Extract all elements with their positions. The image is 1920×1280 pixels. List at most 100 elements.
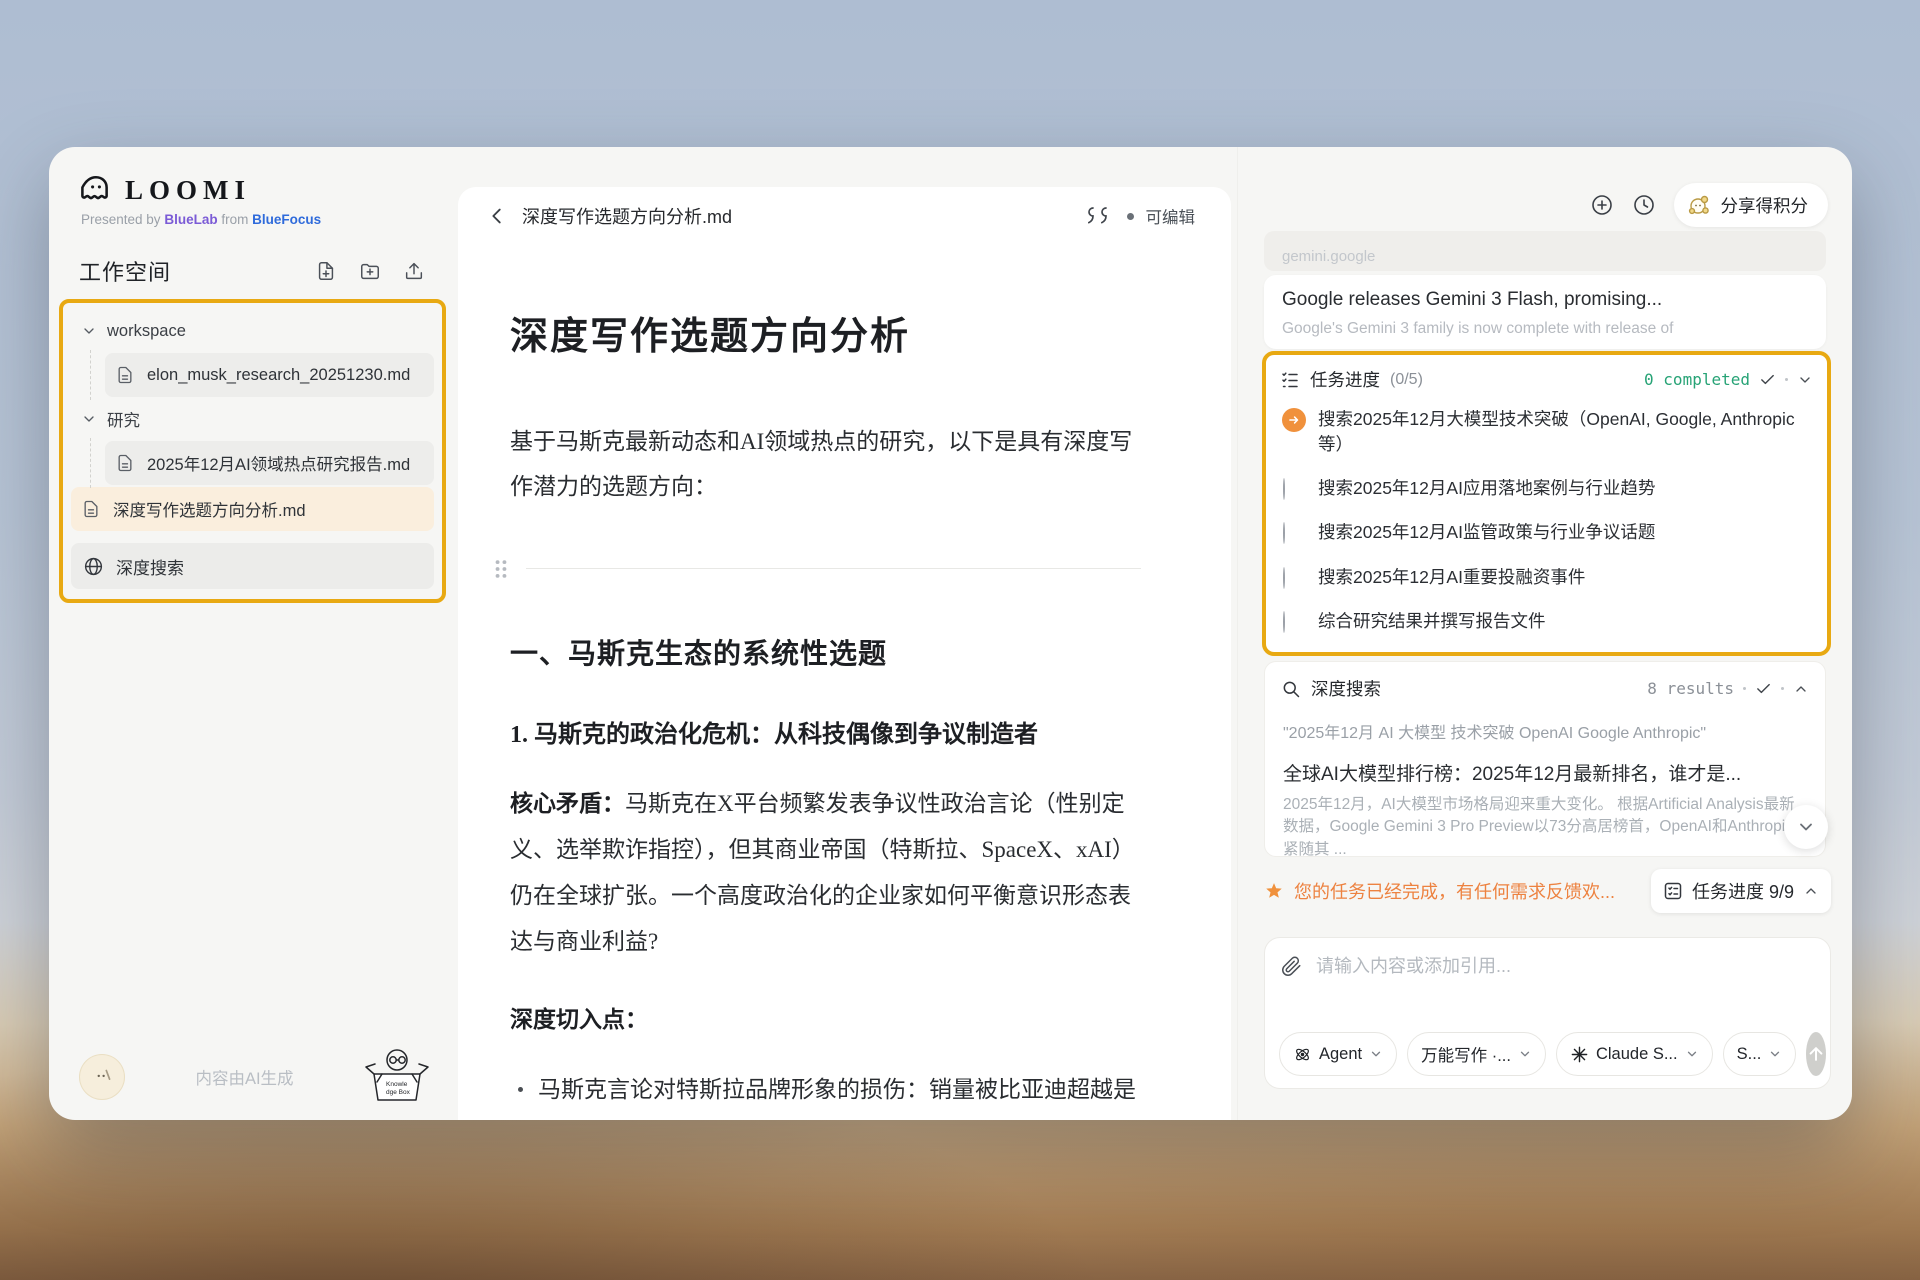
writing-mode-label: 万能写作 ·... (1421, 1042, 1511, 1066)
task-pending-circle-icon (1283, 522, 1285, 544)
new-file-button[interactable] (314, 259, 338, 283)
editor-header: 深度写作选题方向分析.md 可编辑 (458, 187, 1231, 245)
separator-dot (1781, 687, 1784, 690)
task-active-arrow-icon (1282, 408, 1306, 432)
task-label: 搜索2025年12月大模型技术突破（OpenAI, Google, Anthro… (1318, 407, 1811, 458)
task-label: 搜索2025年12月AI应用落地案例与行业趋势 (1318, 476, 1655, 501)
task-progress-count: (0/5) (1390, 371, 1423, 389)
search-result-snippet: 2025年12月，AI大模型市场格局迎来重大变化。 根据Artificial A… (1283, 794, 1807, 857)
divider-line (526, 568, 1141, 569)
task-complete-message: 您的任务已经完成，有任何需求反馈欢... (1294, 878, 1641, 904)
editable-badge: 可编辑 (1146, 204, 1196, 228)
doc-bullet-list: 马斯克言论对特斯拉品牌形象的损伤：销量被比亚迪超越是否与其政治立场相关? xAI… (510, 1067, 1141, 1120)
tree-folder-workspace[interactable]: workspace (71, 311, 434, 351)
avatar-ghost-icon (89, 1064, 115, 1090)
file-plus-icon (315, 260, 337, 282)
claude-spark-icon (1570, 1045, 1589, 1064)
chevron-up-icon (1803, 883, 1819, 899)
deep-search-header[interactable]: 深度搜索 8 results (1267, 664, 1823, 707)
check-icon[interactable] (1759, 371, 1776, 388)
completed-count-label: 0 completed (1644, 370, 1750, 389)
task-item-5[interactable]: 综合研究结果并撰写报告文件 (1266, 600, 1827, 644)
sidebar: LOOMI Presented by BlueLab from BlueFocu… (49, 147, 456, 1120)
separator-dot (1785, 378, 1788, 381)
deep-search-card: 深度搜索 8 results "2025年12月 AI 大模型 技术突破 Ope… (1264, 661, 1826, 857)
share-points-button[interactable]: 分享得积分 (1674, 183, 1829, 227)
search-icon (1281, 679, 1301, 699)
task-item-4[interactable]: 搜索2025年12月AI重要投融资事件 (1266, 556, 1827, 600)
document-content[interactable]: 深度写作选题方向分析 基于马斯克最新动态和AI领域热点的研究，以下是具有深度写作… (458, 245, 1231, 1120)
doc-section-heading: 一、马斯克生态的系统性选题 (510, 632, 1141, 672)
style-dropdown[interactable]: S... (1723, 1032, 1797, 1076)
attachment-paperclip-icon[interactable] (1281, 956, 1302, 977)
chevron-down-icon (1685, 1047, 1699, 1061)
app-logo: LOOMI (49, 173, 456, 207)
tree-file-ai-report[interactable]: 2025年12月AI领域热点研究报告.md (105, 441, 434, 485)
model-label: Claude S... (1596, 1045, 1678, 1064)
model-dropdown[interactable]: Claude S... (1556, 1032, 1713, 1076)
new-folder-button[interactable] (358, 259, 382, 283)
drag-handle-icon[interactable] (492, 558, 510, 580)
feed-source: gemini.google (1282, 248, 1375, 265)
coin-mascot-icon (1686, 192, 1712, 218)
avatar[interactable] (79, 1054, 125, 1100)
tree-file-analysis-active[interactable]: 深度写作选题方向分析.md (71, 487, 434, 531)
bluefocus-link[interactable]: BlueFocus (252, 212, 321, 227)
tagline-from: from (221, 212, 248, 227)
workspace-header: 工作空间 (49, 255, 456, 287)
chevron-down-icon (81, 411, 97, 427)
folder-label: workspace (107, 322, 186, 341)
agent-mode-dropdown[interactable]: Agent (1279, 1032, 1397, 1076)
task-progress-header[interactable]: 任务进度 (0/5) 0 completed (1266, 355, 1827, 398)
search-query-text: "2025年12月 AI 大模型 技术突破 OpenAI Google Anth… (1283, 719, 1807, 743)
doc-bullet: 马斯克言论对特斯拉品牌形象的损伤：销量被比亚迪超越是否与其政治立场相关? (510, 1067, 1141, 1120)
assistant-panel: 分享得积分 gemini.google Google releases Gemi… (1237, 147, 1852, 1120)
file-label: elon_musk_research_20251230.md (147, 366, 410, 385)
history-clock-icon (1632, 192, 1656, 218)
task-progress-card: 任务进度 (0/5) 0 completed 搜索2025年12月大模型技术突破… (1262, 351, 1831, 656)
doc-sub-heading: 1. 马斯克的政治化危机：从科技偶像到争议制造者 (510, 714, 1141, 749)
task-label: 搜索2025年12月AI重要投融资事件 (1318, 565, 1585, 590)
task-item-2[interactable]: 搜索2025年12月AI应用落地案例与行业趋势 (1266, 467, 1827, 511)
bluelab-link[interactable]: BlueLab (164, 212, 217, 227)
tree-file-elon-musk-research[interactable]: elon_musk_research_20251230.md (105, 353, 434, 397)
editor-card: 深度写作选题方向分析.md 可编辑 深度写作选题方向分析 基于马斯克最新动态和A… (458, 187, 1231, 1120)
agent-mode-label: Agent (1319, 1045, 1362, 1064)
folder-plus-icon (359, 260, 381, 282)
back-icon[interactable] (486, 205, 508, 227)
history-button[interactable] (1632, 193, 1656, 217)
chevron-down-icon (81, 323, 97, 339)
workspace-tree-annotation-box: workspace elon_musk_research_20251230.md… (59, 299, 446, 603)
doc-intro: 基于马斯克最新动态和AI领域热点的研究，以下是具有深度写作潜力的选题方向： (510, 420, 1141, 510)
writing-mode-dropdown[interactable]: 万能写作 ·... (1407, 1032, 1546, 1076)
quote-icon[interactable] (1085, 204, 1115, 228)
results-count-label: 8 results (1647, 679, 1734, 698)
sidebar-footer: 内容由AI生成 Knowle dge Box (49, 1044, 456, 1120)
checklist-icon (1663, 881, 1683, 901)
chevron-down-icon (1518, 1047, 1532, 1061)
chevron-down-icon[interactable] (1797, 372, 1813, 388)
chat-input[interactable] (1316, 956, 1816, 977)
assistant-header: 分享得积分 (1590, 183, 1829, 227)
chevron-down-icon (1796, 817, 1816, 837)
doc-paragraph-angles: 深度切入点： (510, 997, 1141, 1043)
upload-button[interactable] (402, 259, 426, 283)
separator-dot (1743, 687, 1746, 690)
deep-search-title: 深度搜索 (1311, 676, 1381, 701)
zoom-in-button[interactable] (1590, 193, 1614, 217)
task-pending-circle-icon (1283, 567, 1285, 589)
sidebar-item-deep-search[interactable]: 深度搜索 (71, 543, 434, 589)
composer-toolbar: Agent 万能写作 ·... Claude S... S... (1279, 1032, 1818, 1076)
task-progress-toggle-button[interactable]: 任务进度 9/9 (1651, 869, 1831, 913)
chevron-up-icon[interactable] (1793, 681, 1809, 697)
task-item-3[interactable]: 搜索2025年12月AI监管政策与行业争议话题 (1266, 511, 1827, 555)
tree-folder-research[interactable]: 研究 (71, 399, 434, 439)
core-label: 核心矛盾： (510, 791, 625, 816)
task-item-1[interactable]: 搜索2025年12月大模型技术突破（OpenAI, Google, Anthro… (1266, 398, 1827, 467)
send-button[interactable] (1806, 1032, 1826, 1076)
feed-result-card[interactable]: Google releases Gemini 3 Flash, promisin… (1264, 275, 1826, 349)
scroll-down-button[interactable] (1784, 805, 1828, 849)
search-result-title[interactable]: 全球AI大模型排行榜：2025年12月最新排名，谁才是... (1283, 759, 1807, 786)
mascot-text-line2: dge Box (386, 1089, 411, 1096)
check-icon[interactable] (1755, 680, 1772, 697)
